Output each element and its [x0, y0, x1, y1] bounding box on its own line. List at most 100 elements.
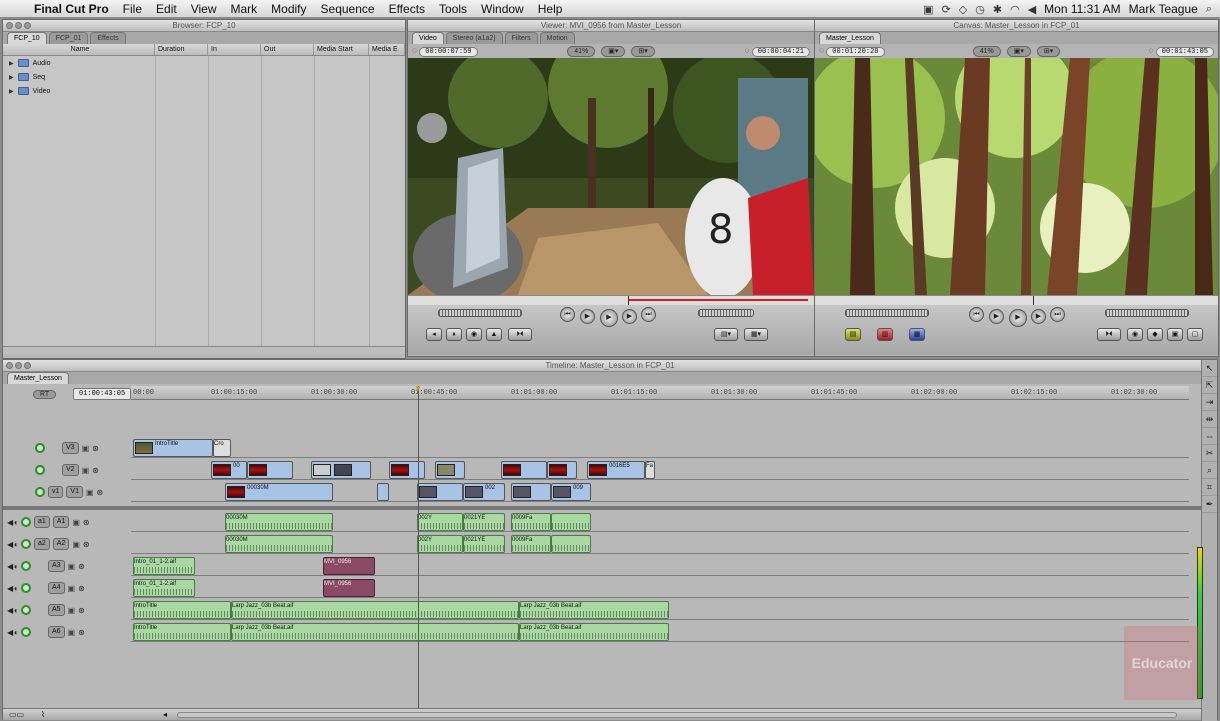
track-label-a6[interactable]: A6 — [47, 626, 65, 638]
track-select-tool-icon[interactable]: ⇥ — [1202, 394, 1217, 411]
auto-select-icon[interactable]: ⊛ — [97, 488, 104, 497]
track-visibility-toggle[interactable] — [35, 487, 45, 497]
tab-fcp-01[interactable]: FCP_01 — [48, 32, 89, 44]
overwrite-edit-button[interactable]: ▥ — [877, 328, 893, 341]
add-marker-button[interactable]: ▲ — [486, 328, 502, 341]
timeline-current-timecode[interactable]: 01:00:43:05 — [73, 388, 132, 400]
menu-file[interactable]: File — [123, 2, 142, 16]
list-item[interactable]: ▶ Video — [3, 84, 405, 98]
tab-filters[interactable]: Filters — [504, 32, 538, 44]
track-lane-a3[interactable]: Intro_01_1-2.aif MVI_0956 — [131, 556, 1189, 576]
clip[interactable]: 0016E5 — [587, 461, 645, 479]
track-visibility-toggle[interactable] — [20, 583, 31, 593]
clip[interactable]: 002Y — [417, 513, 463, 531]
track-lane-a5[interactable]: IntroTitle Larp Jazz_03b Beat.aif Larp J… — [131, 600, 1189, 620]
viewer-scrubber-bar[interactable] — [408, 295, 814, 305]
spotlight-icon[interactable]: ⌕ — [1206, 3, 1212, 16]
track-lane-a2[interactable]: 00030M 002Y 0021YE 0009Fa — [131, 534, 1189, 554]
generator-popup[interactable]: ▦▾ — [744, 328, 768, 341]
timemachine-icon[interactable]: ◷ — [975, 3, 985, 16]
selection-tool-icon[interactable]: ↖ — [1202, 360, 1217, 377]
canvas-video-frame[interactable] — [815, 58, 1218, 295]
speaker-icon[interactable]: ◀◖ — [7, 606, 18, 615]
add-keyframe-button[interactable]: ◆ — [1147, 328, 1163, 341]
slip-tool-icon[interactable]: ⇔ — [1202, 428, 1217, 445]
clip[interactable]: 0009Fa — [511, 513, 551, 531]
viewer-current-timecode[interactable]: 00:00:04:21 — [751, 47, 810, 57]
rt-popup[interactable]: RT — [33, 388, 57, 399]
column-name[interactable]: Name — [3, 44, 155, 55]
menu-modify[interactable]: Modify — [271, 2, 306, 16]
clip[interactable]: Larp Jazz_03b Beat.aif — [519, 601, 669, 619]
speaker-icon[interactable]: ◀◖ — [7, 540, 18, 549]
column-media-start[interactable]: Media Start — [314, 44, 369, 55]
track-lane-a4[interactable]: Intro_01_1-2.aif MVI_0956 — [131, 578, 1189, 598]
play-around-button[interactable]: ▶ — [622, 309, 637, 324]
play-in-to-out-button[interactable]: ▶ — [580, 309, 595, 324]
viewer-video-frame[interactable]: 8 — [408, 58, 814, 295]
clip[interactable]: Cro — [213, 439, 231, 457]
clip[interactable]: IntroTitle — [133, 623, 231, 641]
menubar-clock[interactable]: Mon 11:31 AM — [1044, 2, 1121, 16]
tab-effects[interactable]: Effects — [90, 32, 126, 44]
source-control-a2[interactable]: a2 — [33, 538, 50, 550]
clip[interactable]: 009 — [551, 483, 591, 501]
clip[interactable] — [547, 461, 577, 479]
zoom-icon[interactable] — [24, 22, 31, 29]
auto-select-icon[interactable]: ⊛ — [78, 584, 85, 593]
tab-stereo[interactable]: Stereo (a1a2) — [445, 32, 503, 44]
razor-tool-icon[interactable]: ✂ — [1202, 445, 1217, 462]
lock-icon[interactable]: ▣ — [72, 540, 80, 549]
pen-tool-icon[interactable]: ✒ — [1202, 496, 1217, 513]
menu-tools[interactable]: Tools — [439, 2, 467, 16]
clip[interactable]: 0009Fa — [511, 535, 551, 553]
track-label-v3[interactable]: V3 — [62, 442, 79, 454]
zoom-slider-left-icon[interactable]: ◂ — [163, 710, 167, 719]
clip[interactable]: Intro_01_1-2.aif — [133, 557, 195, 575]
crop-tool-icon[interactable]: ⌗ — [1202, 479, 1217, 496]
track-lane-v2[interactable]: 00 0016E5 Fa — [131, 460, 1189, 480]
column-media-end[interactable]: Media E — [369, 44, 405, 55]
clip[interactable] — [501, 461, 547, 479]
speaker-icon[interactable]: ◀◖ — [7, 562, 18, 571]
mark-clip-button[interactable]: ◉ — [466, 328, 482, 341]
menu-effects[interactable]: Effects — [389, 2, 425, 16]
zoom-tool-icon[interactable]: ⌕ — [1202, 462, 1217, 479]
next-edit-button[interactable]: ⏭ — [641, 307, 656, 322]
play-button[interactable]: ▶ — [600, 309, 618, 327]
source-control-v1[interactable]: v1 — [48, 486, 64, 498]
viewer-jog-control[interactable] — [698, 309, 754, 317]
track-lane-a6[interactable]: IntroTitle Larp Jazz_03b Beat.aif Larp J… — [131, 622, 1189, 642]
canvas-current-timecode[interactable]: 00:01:43:05 — [1155, 47, 1214, 57]
track-visibility-toggle[interactable] — [35, 465, 45, 475]
canvas-jog-control[interactable] — [1105, 309, 1189, 317]
lock-icon[interactable]: ▣ — [72, 518, 80, 527]
clip[interactable]: Larp Jazz_03b Beat.aif — [231, 601, 519, 619]
track-label-a1[interactable]: A1 — [52, 516, 70, 528]
timeline-zoom-slider[interactable] — [177, 712, 1177, 718]
play-button[interactable]: ▶ — [1009, 309, 1027, 327]
menu-mark[interactable]: Mark — [231, 2, 258, 16]
track-lane-v1[interactable]: 00030M 002 009 — [131, 482, 1189, 502]
wifi-icon[interactable]: ◠ — [1010, 3, 1020, 16]
edit-selection-tool-icon[interactable]: ⇱ — [1202, 377, 1217, 394]
playhead-handle-icon[interactable]: ▼ — [414, 384, 422, 393]
column-duration[interactable]: Duration — [155, 44, 208, 55]
clip[interactable] — [389, 461, 425, 479]
disclosure-triangle-icon[interactable]: ▶ — [9, 74, 14, 81]
track-height-icon[interactable]: ▭▭ — [9, 710, 24, 719]
clip-overlays-icon[interactable]: ⌇ — [41, 710, 45, 719]
mark-in-out-button[interactable]: ⏵⏴ — [1097, 328, 1121, 341]
clip[interactable]: IntroTitle — [133, 439, 213, 457]
menu-help[interactable]: Help — [538, 2, 563, 16]
bluetooth-icon[interactable]: ✱ — [993, 3, 1002, 16]
track-label-a2[interactable]: A2 — [52, 538, 70, 550]
speaker-icon[interactable]: ◀◖ — [7, 518, 18, 527]
lock-icon[interactable]: ▣ — [68, 606, 76, 615]
clip[interactable] — [511, 483, 551, 501]
clip[interactable]: Intro_01_1-2.aif — [133, 579, 195, 597]
clip[interactable]: 00030M — [225, 535, 333, 553]
viewer-overlay-popup[interactable]: ⊞▾ — [631, 45, 655, 57]
menu-sequence[interactable]: Sequence — [321, 2, 375, 16]
camera-icon[interactable]: ▣ — [923, 3, 933, 16]
